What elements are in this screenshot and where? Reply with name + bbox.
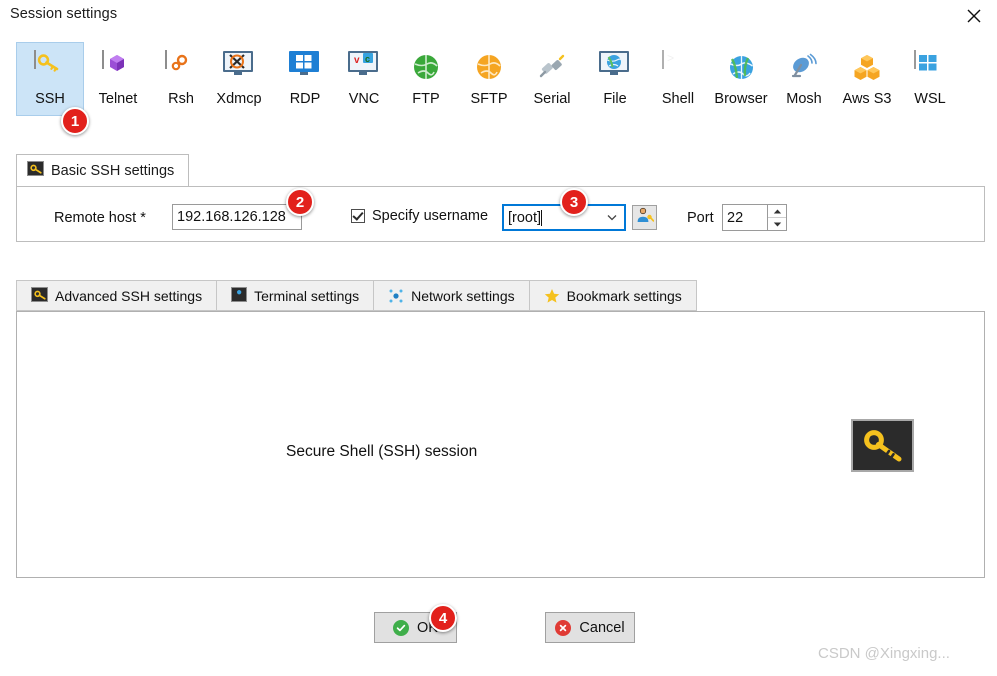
protocol-toolbar: SSH Telnet Rsh Xdmcp RDP v c VNC FTP SFT… <box>0 42 997 122</box>
protocol-label: File <box>603 91 627 107</box>
protocol-label: Browser <box>714 91 768 107</box>
ssh-key-icon <box>31 286 48 305</box>
cancel-button[interactable]: Cancel <box>545 612 635 643</box>
page-title: Session settings <box>10 6 118 22</box>
ftp-globe-icon <box>410 51 442 83</box>
aws-s3-cubes-icon <box>851 51 883 83</box>
protocol-telnet[interactable]: Telnet <box>84 42 152 116</box>
remote-host-label: Remote host * <box>54 210 146 226</box>
check-circle-icon <box>393 619 410 636</box>
rdp-monitor-icon <box>289 51 321 83</box>
ssh-key-large-icon <box>851 419 914 472</box>
port-input[interactable]: 22 <box>722 204 768 231</box>
x-circle-icon <box>555 619 572 636</box>
ssh-key-icon <box>27 160 44 181</box>
protocol-vnc[interactable]: v c VNC <box>330 42 398 116</box>
tab-label: Advanced SSH settings <box>55 287 203 304</box>
protocol-aws-s3[interactable]: Aws S3 <box>833 42 901 116</box>
tab-terminal-settings[interactable]: ● Terminal settings <box>216 280 374 311</box>
tab-label: Terminal settings <box>254 287 360 304</box>
protocol-sftp[interactable]: SFTP <box>455 42 523 116</box>
vnc-monitor-icon: v c <box>348 51 380 83</box>
tab-network-settings[interactable]: Network settings <box>373 280 529 311</box>
shell-prompt-icon: > <box>662 50 694 83</box>
title-bar: Session settings <box>0 0 997 32</box>
basic-ssh-settings-tab[interactable]: Basic SSH settings <box>16 154 190 186</box>
settings-tabstrip: Advanced SSH settings ● Terminal setting… <box>16 280 697 311</box>
watermark: CSDN @Xingxing... <box>818 645 950 662</box>
chevron-down-icon[interactable] <box>603 206 621 229</box>
star-icon <box>544 288 560 304</box>
spinner-down-icon[interactable] <box>768 218 786 230</box>
callout-badge-2: 2 <box>286 188 314 216</box>
port-spinner[interactable] <box>768 204 787 231</box>
callout-badge-3: 3 <box>560 188 588 216</box>
callout-badge-4: 4 <box>429 604 457 632</box>
serial-plug-icon <box>536 51 568 83</box>
tab-advanced-ssh-settings[interactable]: Advanced SSH settings <box>16 280 217 311</box>
protocol-label: VNC <box>348 91 380 107</box>
text-caret <box>541 209 543 226</box>
protocol-xdmcp[interactable]: Xdmcp <box>205 42 273 116</box>
checkbox-box <box>351 209 365 223</box>
specify-username-label: Specify username <box>372 208 489 224</box>
remote-host-input[interactable]: 192.168.126.128 <box>172 204 302 230</box>
protocol-label: Rsh <box>168 91 194 107</box>
user-key-icon <box>636 206 654 229</box>
tab-bookmark-settings[interactable]: Bookmark settings <box>528 280 697 311</box>
protocol-file[interactable]: File <box>581 42 649 116</box>
protocol-mosh[interactable]: Mosh <box>770 42 838 116</box>
username-value: [root] <box>508 209 542 226</box>
xdmcp-monitor-icon <box>223 51 255 83</box>
cancel-button-label: Cancel <box>579 619 625 636</box>
basic-ssh-settings-panel <box>16 186 985 242</box>
protocol-rdp[interactable]: RDP <box>271 42 339 116</box>
close-icon <box>967 9 981 22</box>
user-picker-button[interactable] <box>632 205 657 230</box>
ssh-key-icon <box>34 50 66 83</box>
basic-ssh-settings-tab-label: Basic SSH settings <box>51 162 175 179</box>
protocol-label: SSH <box>35 91 65 107</box>
browser-globe-icon <box>725 51 757 83</box>
tab-label: Bookmark settings <box>566 287 682 304</box>
network-nodes-icon <box>388 288 404 304</box>
rsh-gears-icon <box>165 50 197 83</box>
close-button[interactable] <box>951 0 997 31</box>
callout-badge-1: 1 <box>61 107 89 135</box>
port-label: Port <box>687 210 714 226</box>
protocol-label: Shell <box>661 91 695 107</box>
protocol-label: Mosh <box>786 91 822 107</box>
protocol-label: RDP <box>289 91 321 107</box>
protocol-label: Serial <box>533 91 571 107</box>
file-monitor-icon <box>599 51 631 83</box>
specify-username-checkbox[interactable]: Specify username <box>351 208 488 224</box>
protocol-shell[interactable]: > Shell <box>644 42 712 116</box>
session-content-panel <box>16 311 985 578</box>
protocol-browser[interactable]: Browser <box>707 42 775 116</box>
tab-label: Network settings <box>411 287 515 304</box>
protocol-label: FTP <box>412 91 440 107</box>
sftp-globe-icon <box>473 51 505 83</box>
protocol-label: Aws S3 <box>842 91 892 107</box>
telnet-cube-icon <box>102 50 134 83</box>
protocol-ftp[interactable]: FTP <box>392 42 460 116</box>
protocol-label: Telnet <box>98 91 138 107</box>
protocol-label: SFTP <box>470 91 508 107</box>
mosh-dish-icon <box>788 51 820 83</box>
protocol-label: Xdmcp <box>216 91 262 107</box>
spinner-up-icon[interactable] <box>768 205 786 218</box>
terminal-icon: ● <box>231 286 248 305</box>
wsl-windows-icon <box>914 50 946 83</box>
protocol-label: WSL <box>914 91 946 107</box>
protocol-ssh[interactable]: SSH <box>16 42 84 116</box>
session-description: Secure Shell (SSH) session <box>286 443 478 460</box>
protocol-wsl[interactable]: WSL <box>896 42 964 116</box>
protocol-serial[interactable]: Serial <box>518 42 586 116</box>
